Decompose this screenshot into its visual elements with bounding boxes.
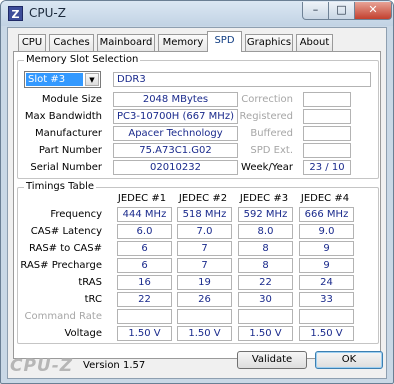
cas-latency-jedec-2: 7.0 — [177, 224, 232, 239]
manufacturer-value: Apacer Technology — [113, 126, 238, 141]
correction-label: Correction — [241, 94, 293, 105]
command-rate-jedec-1 — [117, 309, 172, 324]
cpu-z-brand-logo: CPU-Z — [10, 356, 74, 376]
voltage-jedec-2: 1.50 V — [177, 326, 232, 341]
tras-jedec-1: 16 — [117, 275, 172, 290]
registered-value — [303, 109, 351, 124]
ras-to-cas-label: RAS# to CAS# — [28, 243, 102, 254]
frequency-jedec-2: 518 MHz — [177, 207, 232, 222]
minimize-button[interactable]: – — [302, 2, 329, 20]
tras-jedec-2: 19 — [177, 275, 232, 290]
tab-spd[interactable]: SPD — [207, 31, 242, 52]
tab-caches[interactable]: Caches — [49, 34, 94, 51]
command-rate-label: Command Rate — [24, 311, 102, 322]
voltage-label: Voltage — [64, 328, 102, 339]
module-size-value: 2048 MBytes — [113, 92, 238, 107]
frequency-jedec-1: 444 MHz — [117, 207, 172, 222]
registered-label: Registered — [239, 111, 293, 122]
ras-precharge-jedec-4: 9 — [299, 258, 354, 273]
module-size-label: Module Size — [41, 94, 102, 105]
ok-button[interactable]: OK — [315, 351, 383, 369]
validate-button[interactable]: Validate — [237, 351, 307, 369]
ras-to-cas-jedec-4: 9 — [299, 241, 354, 256]
ras-precharge-label: RAS# Precharge — [20, 260, 102, 271]
ras-precharge-jedec-3: 8 — [238, 258, 293, 273]
part-number-label: Part Number — [38, 145, 102, 156]
trc-jedec-2: 26 — [177, 292, 232, 307]
max-bandwidth-label: Max Bandwidth — [24, 111, 102, 122]
window-title: CPU-Z — [29, 6, 66, 20]
cpu-z-app-icon: Z — [8, 6, 23, 21]
command-rate-jedec-3 — [238, 309, 293, 324]
trc-jedec-1: 22 — [117, 292, 172, 307]
cas-latency-label: CAS# Latency — [30, 226, 102, 237]
command-rate-jedec-2 — [177, 309, 232, 324]
slot-selected-value: Slot #3 — [26, 73, 83, 86]
tras-label: tRAS — [78, 277, 102, 288]
command-rate-jedec-4 — [299, 309, 354, 324]
version-text: Version 1.57 — [83, 360, 146, 371]
cas-latency-jedec-3: 8.0 — [238, 224, 293, 239]
ras-to-cas-jedec-2: 7 — [177, 241, 232, 256]
voltage-jedec-3: 1.50 V — [238, 326, 293, 341]
chevron-down-icon[interactable]: ▼ — [85, 73, 99, 86]
serial-number-label: Serial Number — [30, 162, 102, 173]
spd-ext-value — [303, 143, 351, 158]
jedec-1-column-header: JEDEC #1 — [117, 193, 167, 204]
trc-jedec-4: 33 — [299, 292, 354, 307]
part-number-value: 75.A73C1.G02 — [113, 143, 238, 158]
timings-table-title: Timings Table — [24, 181, 97, 192]
serial-number-value: 02010232 — [113, 160, 238, 175]
ras-precharge-jedec-1: 6 — [117, 258, 172, 273]
max-bandwidth-value: PC3-10700H (667 MHz) — [113, 109, 238, 124]
correction-value — [303, 92, 351, 107]
maximize-button[interactable]: □ — [328, 2, 355, 20]
trc-label: tRC — [84, 294, 102, 305]
slot-select-dropdown[interactable]: Slot #3 ▼ — [24, 71, 101, 88]
frequency-label: Frequency — [50, 209, 102, 220]
trc-jedec-3: 30 — [238, 292, 293, 307]
buffered-label: Buffered — [250, 128, 293, 139]
tab-memory[interactable]: Memory — [158, 34, 208, 51]
buffered-value — [303, 126, 351, 141]
close-button[interactable]: ✕ — [354, 2, 392, 20]
voltage-jedec-4: 1.50 V — [299, 326, 354, 341]
jedec-4-column-header: JEDEC #4 — [300, 193, 350, 204]
voltage-jedec-1: 1.50 V — [117, 326, 172, 341]
tab-about[interactable]: About — [296, 34, 333, 51]
cpu-z-window: Z CPU-Z – □ ✕ CPU Caches Mainboard Memor… — [0, 0, 394, 384]
frequency-jedec-4: 666 MHz — [299, 207, 354, 222]
tab-graphics[interactable]: Graphics — [245, 34, 293, 51]
week-year-label: Week/Year — [241, 162, 293, 173]
title-bar[interactable]: Z CPU-Z – □ ✕ — [1, 1, 393, 26]
tab-mainboard[interactable]: Mainboard — [97, 34, 155, 51]
ras-to-cas-jedec-1: 6 — [117, 241, 172, 256]
cas-latency-jedec-1: 6.0 — [117, 224, 172, 239]
jedec-2-column-header: JEDEC #2 — [178, 193, 228, 204]
tras-jedec-3: 22 — [238, 275, 293, 290]
spd-ext-label: SPD Ext. — [250, 145, 293, 156]
week-year-value: 23 / 10 — [303, 160, 351, 175]
tras-jedec-4: 24 — [299, 275, 354, 290]
jedec-3-column-header: JEDEC #3 — [239, 193, 289, 204]
cas-latency-jedec-4: 9.0 — [299, 224, 354, 239]
ras-to-cas-jedec-3: 8 — [238, 241, 293, 256]
memory-slot-selection-title: Memory Slot Selection — [24, 54, 141, 65]
frequency-jedec-3: 592 MHz — [238, 207, 293, 222]
tab-cpu[interactable]: CPU — [18, 34, 46, 51]
manufacturer-label: Manufacturer — [35, 128, 102, 139]
ras-precharge-jedec-2: 7 — [177, 258, 232, 273]
memory-type-value: DDR3 — [113, 72, 371, 87]
